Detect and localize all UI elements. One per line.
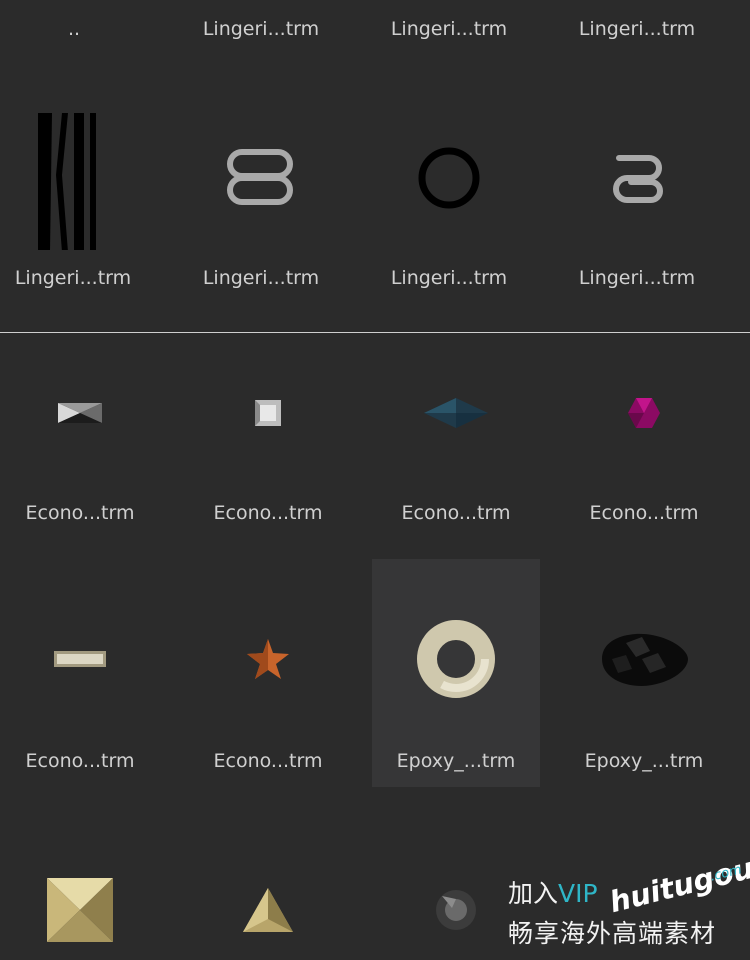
file-label: Epoxy_...trm [396,750,516,772]
file-item[interactable]: Econo...trm [184,350,352,540]
file-item[interactable]: Econo...trm [0,559,164,787]
file-item[interactable]: Epoxy_...trm [372,559,540,787]
bar-stud-icon [0,559,164,759]
file-label: Econo...trm [213,502,323,524]
file-item[interactable]: Lingeri...trm [0,100,157,300]
file-label: Lingeri...trm [202,267,320,289]
file-item[interactable]: Econo...trm [184,559,352,787]
watermark-logo: 加入VIP huitugou .com 畅享海外高端素材 [508,851,750,948]
folder-up-label: .. [67,18,81,40]
file-item[interactable]: Epoxy_...trm [560,559,728,787]
watermark-brand: huitugou [606,850,750,920]
triangle-stud-icon [184,860,352,960]
watermark-join: 加入VIP [508,879,598,908]
section-divider [0,332,750,333]
bra-strap-slider-icon [0,100,157,255]
file-label: Lingeri...trm [390,267,508,289]
file-label: Epoxy_...trm [584,750,704,772]
file-label: Econo...trm [589,502,699,524]
rectangle-gem-icon [0,350,164,475]
file-item[interactable]: Econo...trm [372,350,540,540]
file-label: Econo...trm [25,502,135,524]
file-label: Lingeri...trm [578,267,696,289]
file-label: Econo...trm [401,502,511,524]
hexagon-gem-icon [560,350,728,475]
file-item[interactable]: Econo...trm [0,350,164,540]
o-ring-icon [365,100,533,255]
file-item[interactable]: Econo...trm [560,350,728,540]
pear-gem-icon [560,559,728,759]
file-item[interactable]: Lingeri...trm [177,100,345,300]
file-item[interactable]: Lingeri...trm [365,100,533,300]
file-item[interactable]: Lingeri...trm [553,100,721,300]
marquise-gem-icon [372,350,540,475]
file-label: Lingeri...trm [202,18,320,40]
square-stud-icon [184,350,352,475]
hook-slider-icon [553,100,721,255]
torus-bead-icon [372,559,540,759]
file-item[interactable] [0,860,164,960]
file-label: Lingeri...trm [578,18,696,40]
pyramid-stud-icon [0,860,164,960]
file-label: Lingeri...trm [390,18,508,40]
file-label: Lingeri...trm [14,267,132,289]
file-label: Econo...trm [25,750,135,772]
figure-eight-slider-icon [177,100,345,255]
watermark-slogan: 畅享海外高端素材 [508,919,717,948]
file-item[interactable] [184,860,352,960]
star-stud-icon [184,559,352,759]
file-label: Econo...trm [213,750,323,772]
